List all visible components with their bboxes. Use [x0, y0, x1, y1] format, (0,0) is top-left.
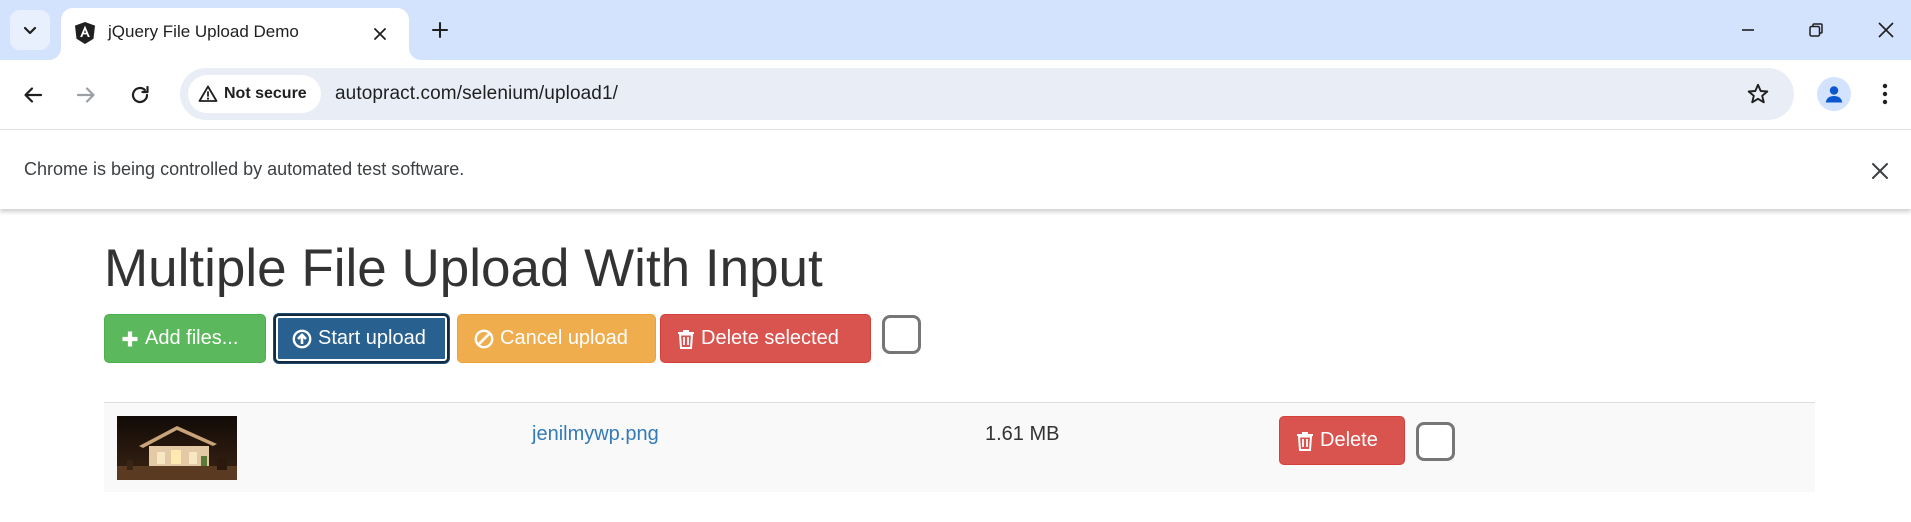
profile-button[interactable] — [1817, 77, 1851, 111]
cancel-upload-button[interactable]: Cancel upload — [457, 314, 656, 363]
table-row: jenilmywp.png 1.61 MB Delete — [104, 402, 1815, 492]
plus-icon — [432, 22, 448, 38]
start-upload-button[interactable]: Start upload — [274, 314, 449, 363]
plus-icon — [122, 331, 138, 346]
file-select-checkbox[interactable] — [1416, 422, 1455, 461]
select-all-checkbox[interactable] — [882, 315, 921, 354]
arrow-right-icon — [76, 87, 95, 103]
add-files-label: Add files... — [145, 327, 239, 349]
restore-icon — [1809, 23, 1823, 37]
automation-infobar: Chrome is being controlled by automated … — [0, 131, 1911, 209]
page-content: Multiple File Upload With Input Add file… — [0, 210, 1911, 522]
cancel-upload-label: Cancel upload — [500, 327, 628, 349]
forward-button[interactable] — [66, 75, 106, 115]
reload-icon — [131, 85, 149, 104]
angular-logo-icon — [75, 22, 95, 44]
address-bar[interactable]: Not secure autopract.com/selenium/upload… — [180, 68, 1794, 120]
trash-icon — [1297, 431, 1313, 451]
delete-file-button[interactable]: Delete — [1279, 416, 1405, 465]
start-upload-label: Start upload — [318, 327, 426, 349]
back-button[interactable] — [13, 75, 53, 115]
browser-menu-button[interactable] — [1868, 77, 1902, 111]
star-icon — [1747, 83, 1769, 104]
kebab-menu-icon — [1882, 83, 1888, 105]
chevron-down-icon — [23, 26, 37, 35]
tab-close-button[interactable] — [367, 21, 393, 47]
tab-search-button[interactable] — [10, 10, 50, 50]
arrow-left-icon — [24, 87, 43, 103]
new-tab-button[interactable] — [424, 14, 456, 46]
active-tab[interactable]: jQuery File Upload Demo — [61, 8, 409, 60]
infobar-close-button[interactable] — [1866, 157, 1894, 185]
delete-selected-button[interactable]: Delete selected — [660, 314, 871, 363]
warning-triangle-icon — [198, 85, 218, 102]
close-icon — [374, 28, 386, 40]
url-text[interactable]: autopract.com/selenium/upload1/ — [335, 83, 618, 105]
browser-toolbar: Not secure autopract.com/selenium/upload… — [0, 60, 1911, 130]
file-size: 1.61 MB — [985, 423, 1060, 445]
bookmark-button[interactable] — [1744, 80, 1772, 108]
site-info-chip[interactable]: Not secure — [188, 75, 321, 113]
reload-button[interactable] — [120, 75, 160, 115]
delete-selected-label: Delete selected — [701, 327, 839, 349]
tab-strip: jQuery File Upload Demo — [0, 0, 1911, 60]
add-files-button[interactable]: Add files... — [104, 314, 266, 363]
minimize-button[interactable] — [1724, 10, 1772, 50]
close-icon — [1878, 22, 1894, 38]
infobar-message: Chrome is being controlled by automated … — [24, 159, 465, 179]
minimize-icon — [1742, 29, 1754, 31]
page-title: Multiple File Upload With Input — [104, 239, 823, 298]
close-icon — [1872, 163, 1888, 179]
window-close-button[interactable] — [1862, 10, 1910, 50]
restore-button[interactable] — [1792, 10, 1840, 50]
circle-arrow-up-icon — [292, 329, 312, 348]
security-label: Not secure — [224, 85, 307, 102]
file-name-link[interactable]: jenilmywp.png — [532, 423, 659, 446]
file-thumbnail[interactable] — [117, 416, 237, 480]
delete-file-label: Delete — [1320, 429, 1378, 451]
tab-title: jQuery File Upload Demo — [108, 22, 299, 41]
trash-icon — [678, 329, 694, 349]
ban-icon — [474, 329, 494, 348]
person-icon — [1825, 86, 1843, 103]
